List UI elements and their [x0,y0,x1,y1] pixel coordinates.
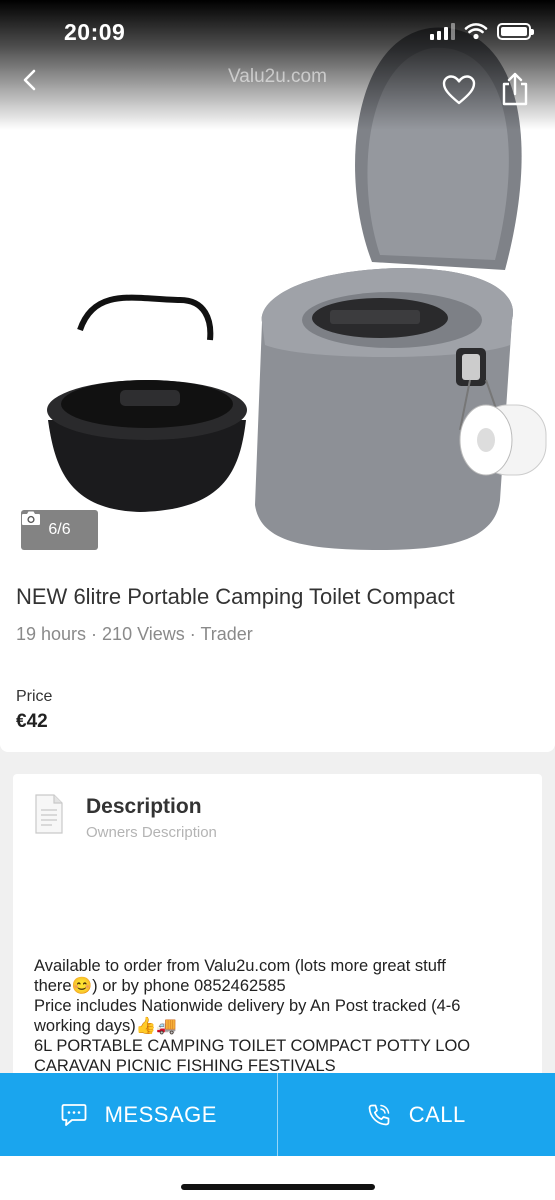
description-subheading: Owners Description [86,824,217,841]
message-button-label: MESSAGE [104,1101,217,1127]
phone-icon [368,1104,390,1125]
description-line: Price includes Nationwide delivery by An… [34,997,461,1015]
document-icon [35,794,63,834]
bottom-safe-area [0,1156,555,1200]
status-time: 20:09 [64,19,126,45]
battery-icon [497,22,534,40]
listing-title: NEW 6litre Portable Camping Toilet Compa… [16,584,455,609]
action-divider [277,1073,278,1156]
photo-counter: 6/6 [21,510,98,550]
price-value: €42 [16,711,48,732]
description-heading: Description [86,795,202,818]
description-line: working days)👍🚚 [34,1017,177,1035]
listing-card: NEW 6litre Portable Camping Toilet Compa… [0,572,555,752]
wifi-icon [464,23,488,40]
status-bar: 20:09 [0,0,555,64]
call-button-label: CALL [408,1101,466,1127]
photo-counter-text: 6/6 [48,521,71,538]
heart-icon[interactable] [442,74,476,106]
call-button[interactable]: CALL [278,1073,555,1156]
signal-icon [430,22,455,40]
description-line: 6L PORTABLE CAMPING TOILET COMPACT POTTY… [34,1037,471,1055]
action-bar: MESSAGE CALL [0,1073,555,1156]
message-button[interactable]: MESSAGE [0,1073,278,1156]
share-icon[interactable] [500,72,530,106]
price-label: Price [16,688,53,705]
description-body: Available to order from Valu2u.com (lots… [34,956,524,1076]
listing-meta: 19 hours · 210 Views · Trader [16,624,253,644]
description-line: Available to order from Valu2u.com (lots… [34,957,446,975]
message-icon [61,1103,86,1126]
description-card: Description Owners Description Available… [13,774,542,1104]
status-icons [430,22,534,40]
camera-icon [22,511,40,525]
description-line: there😊) or by phone 0852462585 [34,977,286,995]
home-indicator[interactable] [181,1184,375,1190]
